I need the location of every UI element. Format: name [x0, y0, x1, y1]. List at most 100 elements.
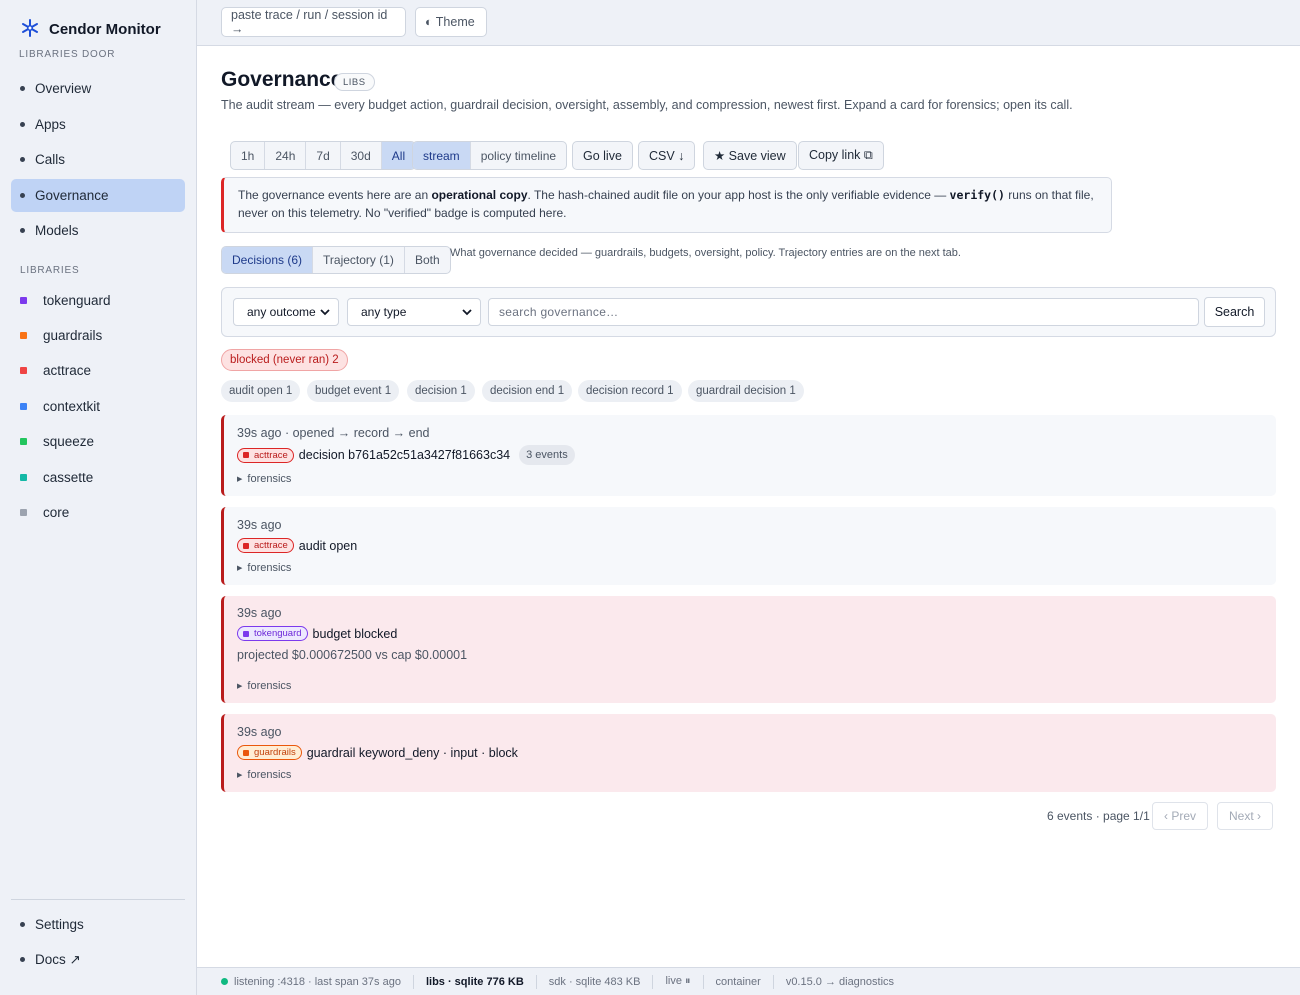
tab-both[interactable]: Both — [405, 247, 450, 273]
event-heading: guardrail keyword_deny · input · block — [306, 745, 518, 760]
tab-trajectory[interactable]: Trajectory (1) — [313, 247, 405, 273]
brand[interactable]: Cendor Monitor — [20, 18, 161, 41]
library-item-tokenguard[interactable]: tokenguard — [20, 293, 111, 308]
next-page-button[interactable]: Next › — [1217, 802, 1274, 830]
bullet-icon — [20, 86, 25, 91]
nav-label: Models — [35, 223, 79, 238]
tag-label: acttrace — [254, 540, 288, 551]
app-name: Cendor Monitor — [49, 21, 161, 38]
library-tag-tokenguard[interactable]: tokenguard — [237, 626, 308, 641]
range-1h[interactable]: 1h — [231, 142, 266, 169]
event-heading: decision b761a52c51a3427f81663c34 — [298, 448, 511, 462]
library-item-contextkit[interactable]: contextkit — [20, 399, 100, 414]
event-card[interactable]: 39s ago · opened → record → end acttrace… — [221, 415, 1276, 496]
trace-lookup-input[interactable]: paste trace / run / session id → — [221, 7, 406, 37]
range-all[interactable]: All — [381, 142, 416, 169]
page-title: Governance — [221, 68, 343, 91]
copy-link-button[interactable]: Copy link ⧉ — [798, 141, 884, 170]
library-item-guardrails[interactable]: guardrails — [20, 328, 102, 343]
view-selector: stream policy timeline — [412, 141, 568, 170]
library-tag-acttrace[interactable]: acttrace — [237, 538, 294, 553]
event-time: 39s ago — [237, 518, 282, 532]
library-label: core — [43, 505, 70, 520]
range-30d[interactable]: 30d — [341, 142, 382, 169]
chip-guardrail-decision[interactable]: guardrail decision 1 — [688, 380, 804, 402]
library-tag-acttrace[interactable]: acttrace — [237, 447, 294, 463]
theme-button[interactable]: ◐ Theme — [415, 7, 487, 37]
chip-blocked-never-ran[interactable]: blocked (never ran) 2 — [221, 349, 348, 371]
view-stream[interactable]: stream — [413, 142, 471, 169]
range-7d[interactable]: 7d — [306, 142, 341, 169]
view-policy-timeline[interactable]: policy timeline — [471, 142, 566, 169]
nav-item-overview[interactable]: Overview — [11, 72, 185, 105]
color-square-icon — [243, 542, 249, 549]
library-label: guardrails — [43, 328, 103, 343]
color-square-icon — [20, 367, 27, 374]
forensics-toggle[interactable]: ▶ forensics — [237, 769, 291, 781]
time-range-selector: 1h 24h 7d 30d All — [230, 141, 417, 170]
chip-budget-event[interactable]: budget event 1 — [307, 380, 400, 402]
bullet-icon — [20, 922, 25, 927]
event-heading: budget blocked — [312, 626, 398, 641]
color-square-icon — [20, 403, 27, 410]
status-container: container — [704, 974, 774, 989]
triangle-right-icon: ▶ — [237, 565, 243, 572]
tab-decisions[interactable]: Decisions (6) — [222, 247, 314, 273]
nav-item-calls[interactable]: Calls — [11, 143, 185, 176]
save-view-button[interactable]: ★ Save view — [703, 141, 797, 170]
chip-audit-open[interactable]: audit open 1 — [221, 380, 301, 402]
operational-copy-notice: The governance events here are an operat… — [221, 177, 1112, 233]
chip-decision-end[interactable]: decision end 1 — [482, 380, 573, 402]
library-item-acttrace[interactable]: acttrace — [20, 363, 91, 378]
color-square-icon — [20, 474, 27, 481]
status-live-toggle[interactable]: live ⏸ — [653, 974, 704, 989]
tag-label: tokenguard — [254, 628, 302, 639]
status-listening: listening :4318 · last span 37s ago — [197, 974, 414, 989]
chip-decision[interactable]: decision 1 — [407, 380, 475, 402]
library-label: tokenguard — [43, 293, 111, 308]
live-dot-icon — [221, 978, 228, 985]
libs-badge: LIBS — [334, 73, 375, 91]
prev-page-button[interactable]: ‹ Prev — [1152, 802, 1209, 830]
type-select[interactable]: any type — [347, 298, 481, 326]
library-tag-guardrails[interactable]: guardrails — [237, 745, 302, 760]
topbar: paste trace / run / session id → ◐ Theme — [197, 0, 1300, 46]
nav-label: Docs ↗ — [35, 951, 81, 967]
nav-item-settings[interactable]: Settings — [11, 908, 185, 941]
nav-item-docs[interactable]: Docs ↗ — [11, 943, 185, 976]
triangle-right-icon: ▶ — [237, 683, 243, 690]
library-label: acttrace — [43, 363, 92, 378]
app-subtitle: LIBRARIES DOOR — [19, 49, 116, 60]
search-input[interactable]: search governance… — [488, 298, 1199, 326]
library-item-cassette[interactable]: cassette — [20, 470, 93, 485]
tag-label: acttrace — [254, 449, 288, 461]
search-button[interactable]: Search — [1204, 297, 1265, 327]
forensics-toggle[interactable]: ▶ forensics — [237, 680, 291, 692]
decision-tabs: Decisions (6) Trajectory (1) Both — [221, 246, 451, 274]
nav-item-apps[interactable]: Apps — [11, 108, 185, 141]
event-card[interactable]: 39s ago acttrace audit open ▶ forensics — [221, 507, 1276, 585]
go-live-button[interactable]: Go live — [572, 141, 633, 170]
outcome-select[interactable]: any outcome — [233, 298, 339, 326]
forensics-toggle[interactable]: ▶ forensics — [237, 562, 291, 574]
forensics-toggle[interactable]: ▶ forensics — [237, 473, 291, 485]
library-label: cassette — [43, 470, 94, 485]
library-item-core[interactable]: core — [20, 505, 69, 520]
library-item-squeeze[interactable]: squeeze — [20, 434, 94, 449]
csv-export-button[interactable]: CSV ↓ — [638, 141, 696, 170]
chevron-down-icon — [462, 305, 472, 319]
sidebar: Cendor Monitor LIBRARIES DOOR Overview A… — [0, 0, 197, 995]
chip-decision-record[interactable]: decision record 1 — [578, 380, 682, 402]
forensics-label: forensics — [247, 680, 292, 692]
color-square-icon — [20, 332, 27, 339]
page-subtitle: The audit stream — every budget action, … — [221, 98, 1073, 112]
status-version-diagnostics[interactable]: v0.15.0 → diagnostics — [774, 975, 906, 989]
nav-item-models[interactable]: Models — [11, 214, 185, 247]
nav-item-governance[interactable]: Governance — [11, 179, 185, 212]
forensics-label: forensics — [247, 562, 292, 574]
status-bar: listening :4318 · last span 37s ago libs… — [197, 967, 1300, 995]
event-card[interactable]: 39s ago guardrails guardrail keyword_den… — [221, 714, 1276, 792]
type-select-value: any type — [361, 305, 407, 319]
event-card[interactable]: 39s ago tokenguard budget blocked projec… — [221, 596, 1276, 703]
range-24h[interactable]: 24h — [265, 142, 307, 169]
